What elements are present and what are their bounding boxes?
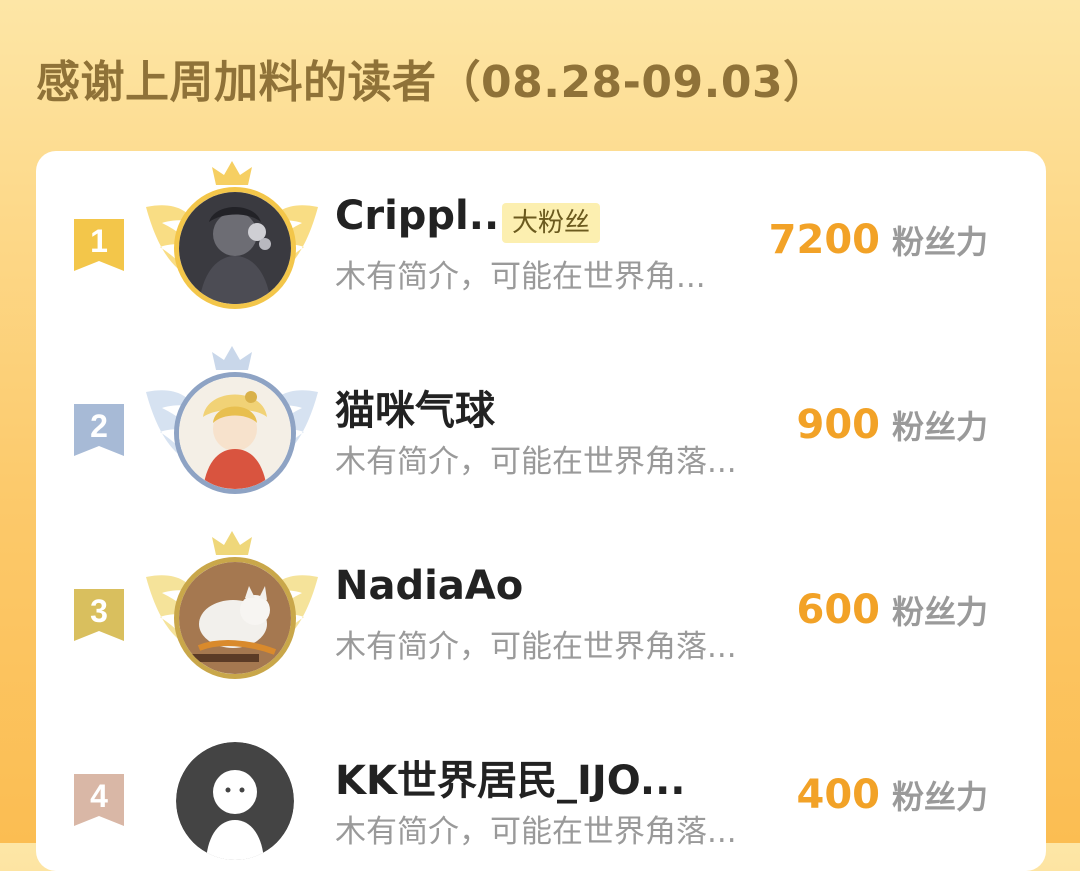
reader-bio: 木有简介，可能在世界角... [335, 259, 706, 295]
fan-power-value: 400 [796, 772, 880, 818]
rank-number: 3 [90, 593, 108, 629]
rank-number: 4 [90, 778, 108, 814]
reader-name[interactable]: Crippl... [335, 193, 514, 239]
fan-power: 600 粉丝力 [796, 587, 988, 633]
rank-number: 2 [90, 408, 108, 444]
fan-power-value: 600 [796, 587, 880, 633]
page-title: 感谢上周加料的读者（08.28-09.03） [36, 57, 828, 108]
fan-power: 7200 粉丝力 [769, 217, 988, 263]
default-avatar-icon[interactable] [176, 742, 294, 860]
rank-badge-icon: 2 [72, 402, 126, 460]
fan-power-unit: 粉丝力 [891, 223, 988, 261]
list-item-rank-3[interactable]: 3 NadiaAo 木有简介，可能在世界角落... 600 粉丝力 [36, 521, 1046, 681]
reader-bio: 木有简介，可能在世界角落... [335, 444, 737, 480]
rank-badge-icon: 3 [72, 587, 126, 645]
reader-name[interactable]: KK世界居民_IJO... [335, 748, 685, 806]
fan-power: 900 粉丝力 [796, 402, 988, 448]
fan-power-unit: 粉丝力 [891, 778, 988, 816]
reader-ranking-list: 1 Crippl... 大粉丝 木有简介，可能在世界角... 7200 粉丝力 … [36, 151, 1046, 871]
fan-level-badge: 大粉丝 [502, 203, 601, 243]
fan-power-unit: 粉丝力 [891, 593, 988, 631]
reader-bio: 木有简介，可能在世界角落... [335, 629, 737, 665]
avatar[interactable] [174, 557, 296, 679]
fan-power-unit: 粉丝力 [891, 408, 988, 446]
reader-name[interactable]: NadiaAo [335, 563, 523, 609]
reader-name[interactable]: 猫咪气球 [335, 378, 495, 436]
list-item-rank-4[interactable]: 4 KK世界居民_IJO... 木有简介，可能在世界角落... 400 粉丝力 [36, 706, 1046, 866]
reader-bio: 木有简介，可能在世界角落... [335, 814, 737, 850]
rank-badge-icon: 4 [72, 772, 126, 830]
rank-badge-icon: 1 [72, 217, 126, 275]
rank-number: 1 [90, 223, 108, 259]
fan-power-value: 900 [796, 402, 880, 448]
avatar[interactable] [174, 187, 296, 309]
avatar[interactable] [174, 372, 296, 494]
fan-power: 400 粉丝力 [796, 772, 988, 818]
fan-power-value: 7200 [768, 217, 880, 263]
list-item-rank-2[interactable]: 2 猫咪气球 木有简介，可能在世界角落... 900 粉丝力 [36, 336, 1046, 496]
list-item-rank-1[interactable]: 1 Crippl... 大粉丝 木有简介，可能在世界角... 7200 粉丝力 [36, 151, 1046, 311]
